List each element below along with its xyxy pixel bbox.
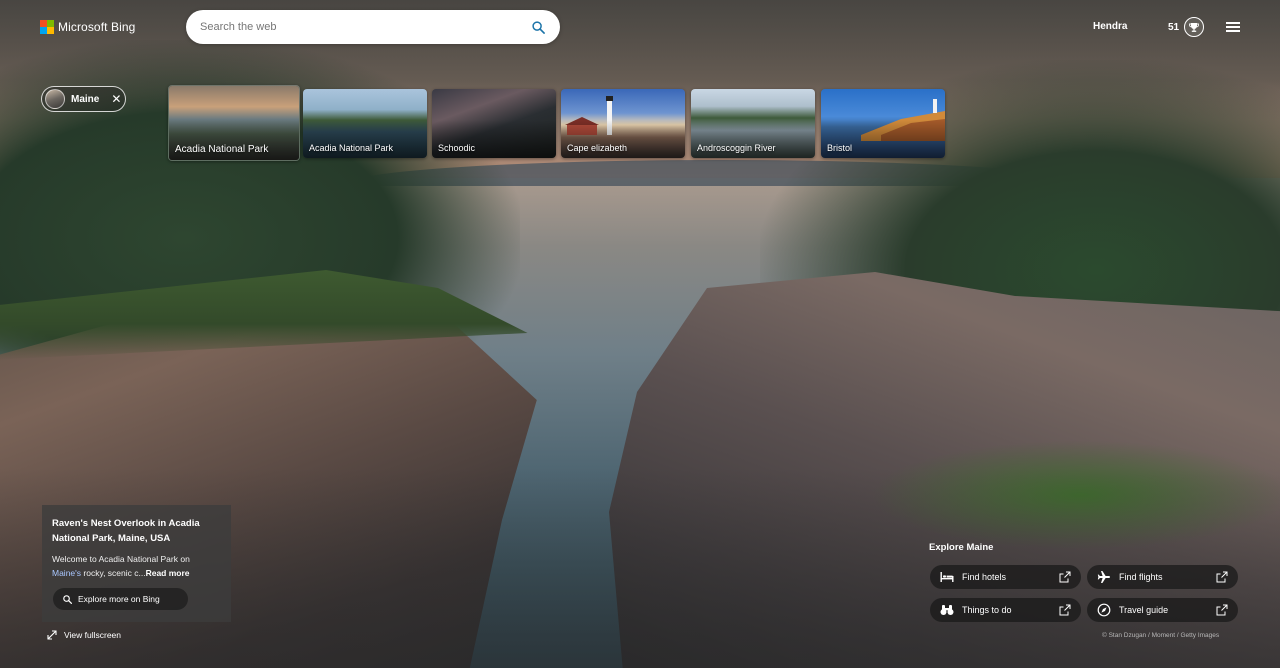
explore-more-button[interactable]: Explore more on Bing [53,588,188,610]
carousel-card-acadia-active[interactable]: Acadia National Park [168,85,300,161]
explore-title: Explore Maine [929,542,994,553]
external-link-icon [1059,571,1071,583]
bed-icon [940,570,954,584]
carousel-card-acadia[interactable]: Acadia National Park [303,89,427,158]
location-label: Maine [71,93,100,105]
card-label: Bristol [827,143,853,153]
binoculars-icon [940,603,954,617]
card-label: Acadia National Park [309,143,394,153]
travel-guide-label: Travel guide [1119,605,1169,615]
menu-hamburger-icon[interactable] [1226,22,1240,32]
image-credit[interactable]: © Stan Dzugan / Moment / Getty Images [1102,632,1219,639]
hamburger-line [1226,26,1240,28]
view-fullscreen-label: View fullscreen [64,630,122,640]
carousel-card-cape-elizabeth[interactable]: Cape elizabeth [561,89,685,158]
carousel-card-schoodic[interactable]: Schoodic [432,89,556,158]
hamburger-line [1226,30,1240,32]
card-label: Acadia National Park [175,144,269,155]
view-fullscreen-button[interactable]: View fullscreen [47,630,121,640]
things-to-do-label: Things to do [962,605,1012,615]
description-intro: Welcome to Acadia National Park on [52,554,190,564]
logo-square-blue [40,27,47,34]
logo-square-red [40,20,47,27]
card-label: Schoodic [438,143,476,153]
find-hotels-button[interactable]: Find hotels [930,565,1081,589]
location-thumbnail [45,89,65,109]
image-title[interactable]: Raven's Nest Overlook in Acadia National… [52,516,221,546]
description-link[interactable]: Maine's [52,568,81,578]
airplane-icon [1097,570,1111,584]
find-hotels-label: Find hotels [962,572,1007,582]
user-name[interactable]: Hendra [1093,21,1127,32]
expand-icon [47,630,57,640]
search-input[interactable] [200,21,530,33]
card-label: Cape elizabeth [567,143,628,153]
brand-name: Microsoft Bing [58,20,136,34]
carousel-card-androscoggin-river[interactable]: Androscoggin River [691,89,815,158]
search-icon [531,20,545,34]
external-link-icon [1216,604,1228,616]
compass-icon [1097,603,1111,617]
read-more-link[interactable]: Read more [146,568,190,578]
image-info-panel: Raven's Nest Overlook in Acadia National… [42,505,231,622]
external-link-icon [1059,604,1071,616]
travel-guide-button[interactable]: Travel guide [1087,598,1238,622]
description-rest: rocky, scenic c... [81,568,146,578]
microsoft-logo-icon [40,20,54,34]
logo-square-green [47,20,54,27]
things-to-do-button[interactable]: Things to do [930,598,1081,622]
hamburger-line [1226,22,1240,24]
card-label: Androscoggin River [697,143,776,153]
logo-square-yellow [47,27,54,34]
find-flights-label: Find flights [1119,572,1163,582]
explore-more-label: Explore more on Bing [78,594,160,604]
search-button[interactable] [530,19,546,35]
location-chip[interactable]: Maine ✕ [41,86,126,112]
bing-logo[interactable]: Microsoft Bing [40,20,135,34]
close-icon[interactable]: ✕ [111,93,121,105]
trophy-icon [1184,17,1205,37]
find-flights-button[interactable]: Find flights [1087,565,1238,589]
image-description: Welcome to Acadia National Park on Maine… [52,552,221,580]
carousel-card-bristol[interactable]: Bristol [821,89,945,158]
rewards-button[interactable]: 51 [1168,17,1205,37]
search-icon [63,594,72,604]
rewards-points: 51 [1168,21,1180,33]
external-link-icon [1216,571,1228,583]
search-box[interactable] [186,10,560,44]
